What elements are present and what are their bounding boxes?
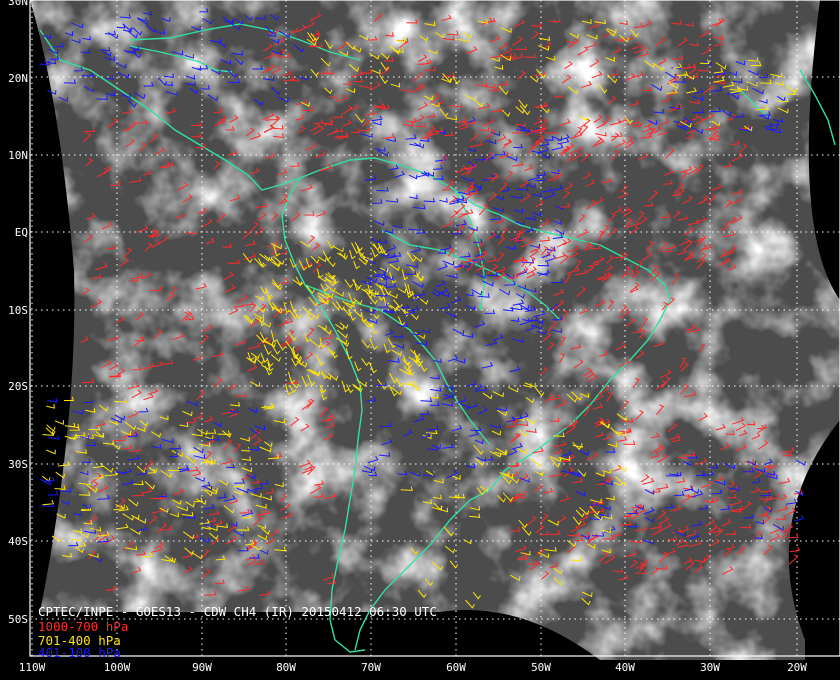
lat-label: 30S bbox=[8, 458, 28, 471]
product-title: CPTEC/INPE - GOES13 - CDW CH4 (IR) 20150… bbox=[38, 604, 437, 619]
lon-label: 60W bbox=[446, 661, 466, 674]
lat-label: 20S bbox=[8, 380, 28, 393]
satellite-image bbox=[30, 0, 840, 660]
legend-low-level: 1000-700 hPa bbox=[38, 619, 129, 634]
lon-label: 110W bbox=[19, 661, 46, 674]
lon-label: 50W bbox=[531, 661, 551, 674]
lat-label: 20N bbox=[8, 72, 28, 85]
lon-label: 80W bbox=[276, 661, 296, 674]
lon-label: 100W bbox=[104, 661, 131, 674]
lon-label: 70W bbox=[361, 661, 381, 674]
satellite-wind-map: 30N 20N 10N EQ 10S 20S 30S 40S 50S 110W … bbox=[0, 0, 840, 680]
lat-label: 40S bbox=[8, 535, 28, 548]
lon-label: 90W bbox=[192, 661, 212, 674]
lat-label: 50S bbox=[8, 613, 28, 626]
lat-label: 30N bbox=[8, 0, 28, 8]
lat-label: 10N bbox=[8, 149, 28, 162]
lon-label: 20W bbox=[787, 661, 807, 674]
lon-label: 40W bbox=[615, 661, 635, 674]
lat-label: 10S bbox=[8, 304, 28, 317]
lat-label: EQ bbox=[15, 226, 28, 239]
lon-label: 30W bbox=[700, 661, 720, 674]
legend-high-level: 401-100 hPa bbox=[38, 645, 121, 660]
